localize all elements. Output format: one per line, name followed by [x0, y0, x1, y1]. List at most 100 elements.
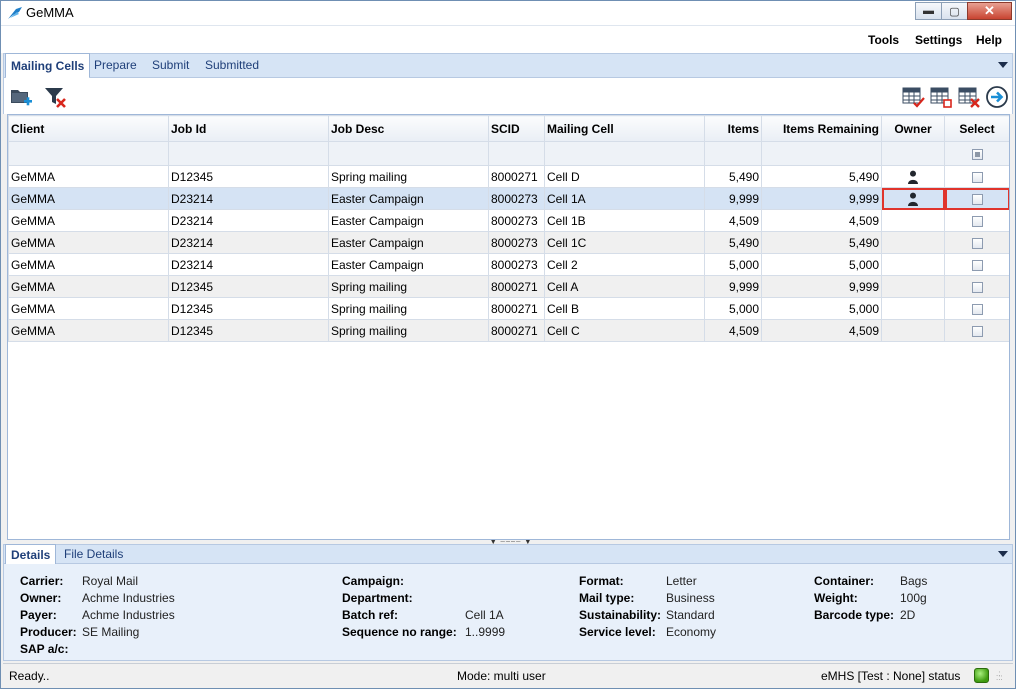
filter-owner[interactable]	[881, 141, 945, 166]
select-all-checkbox[interactable]	[971, 148, 983, 160]
col-header-scid[interactable]: SCID	[488, 115, 545, 142]
cell-scid: 8000273	[488, 187, 545, 210]
col-header-job-desc[interactable]: Job Desc	[328, 115, 489, 142]
batch-ref-label: Batch ref:	[342, 608, 399, 622]
col-header-mailing-cell[interactable]: Mailing Cell	[544, 115, 705, 142]
row-select-checkbox[interactable]	[971, 171, 983, 183]
filter-row	[8, 141, 1009, 166]
carrier-value: Royal Mail	[82, 574, 139, 588]
cell-items: 9,999	[704, 275, 762, 298]
table-row[interactable]: GeMMA D23214 Easter Campaign 8000273 Cell 1A…	[8, 187, 1009, 210]
col-header-owner[interactable]: Owner	[881, 115, 945, 142]
carrier-label: Carrier:	[20, 574, 64, 588]
campaign-label: Campaign:	[342, 574, 405, 588]
format-value: Letter	[666, 574, 697, 588]
cell-items-remaining: 5,000	[761, 297, 882, 320]
cell-select	[944, 319, 1009, 342]
row-select-checkbox[interactable]	[971, 281, 983, 293]
row-select-checkbox[interactable]	[971, 259, 983, 271]
clear-filter-button[interactable]	[42, 84, 68, 110]
filter-items-remaining[interactable]	[761, 141, 882, 166]
cell-mailing-cell: Cell D	[544, 165, 705, 188]
tab-details[interactable]: Details	[5, 544, 57, 564]
grid-delete-icon	[958, 87, 980, 108]
menu-help[interactable]: Help	[976, 33, 1002, 47]
cell-job-id: D12345	[168, 165, 329, 188]
close-button[interactable]: ✕	[967, 2, 1012, 20]
filter-mailing-cell[interactable]	[544, 141, 705, 166]
cell-owner	[881, 187, 945, 210]
details-dropdown-icon[interactable]	[998, 551, 1008, 557]
filter-items[interactable]	[704, 141, 762, 166]
table-row[interactable]: GeMMA D23214 Easter Campaign 8000273 Cell 25…	[8, 253, 1009, 276]
mailing-cells-grid[interactable]: Client Job Id Job Desc SCID Mailing Cell…	[7, 114, 1010, 540]
cell-scid: 8000271	[488, 165, 545, 188]
table-row[interactable]: GeMMA D12345 Spring mailing 8000271 Cell C 4,…	[8, 319, 1009, 342]
cell-client: GeMMA	[8, 275, 169, 298]
cell-client: GeMMA	[8, 209, 169, 232]
col-header-select[interactable]: Select	[944, 115, 1009, 142]
cell-scid: 8000271	[488, 275, 545, 298]
cell-items: 5,000	[704, 253, 762, 276]
cell-items: 4,509	[704, 319, 762, 342]
menu-tools[interactable]: Tools	[868, 33, 899, 47]
department-label: Department:	[342, 591, 413, 605]
cell-items: 5,000	[704, 297, 762, 320]
table-row[interactable]: GeMMA D23214 Easter Campaign 8000273 Cell 1B…	[8, 209, 1009, 232]
filter-scid[interactable]	[488, 141, 545, 166]
mailing-cells-table: Client Job Id Job Desc SCID Mailing Cell…	[8, 115, 1009, 342]
col-header-job-id[interactable]: Job Id	[168, 115, 329, 142]
cell-items-remaining: 5,490	[761, 231, 882, 254]
cell-client: GeMMA	[8, 319, 169, 342]
filter-job-id[interactable]	[168, 141, 329, 166]
cell-mailing-cell: Cell C	[544, 319, 705, 342]
cell-scid: 8000271	[488, 297, 545, 320]
mail-type-value: Business	[666, 591, 715, 605]
col-header-items[interactable]: Items	[704, 115, 762, 142]
table-row[interactable]: GeMMA D12345 Spring mailing 8000271 Cell B 5,…	[8, 297, 1009, 320]
cell-client: GeMMA	[8, 253, 169, 276]
menu-settings[interactable]: Settings	[915, 33, 962, 47]
row-select-checkbox[interactable]	[971, 303, 983, 315]
add-folder-button[interactable]	[8, 84, 34, 110]
status-bar: Ready.. Mode: multi user eMHS [Test : No…	[3, 663, 1013, 687]
col-header-client[interactable]: Client	[8, 115, 169, 142]
person-icon	[908, 170, 918, 184]
row-select-checkbox[interactable]	[971, 325, 983, 337]
sequence-range-label: Sequence no range:	[342, 625, 457, 639]
tab-file-details[interactable]: File Details	[64, 547, 123, 561]
deselect-all-button[interactable]	[928, 84, 954, 110]
minimize-button[interactable]: ▬	[915, 2, 942, 20]
next-step-button[interactable]	[984, 84, 1010, 110]
row-select-checkbox[interactable]	[971, 237, 983, 249]
cell-job-desc: Spring mailing	[328, 275, 489, 298]
producer-value: SE Mailing	[82, 625, 140, 639]
col-header-items-remaining[interactable]: Items Remaining	[761, 115, 882, 142]
tab-submit[interactable]: Submit	[152, 58, 189, 72]
select-all-button[interactable]	[900, 84, 926, 110]
maximize-button[interactable]: ▢	[941, 2, 968, 20]
row-select-checkbox[interactable]	[971, 193, 983, 205]
sap-label: SAP a/c:	[20, 642, 69, 656]
filter-client[interactable]	[8, 141, 169, 166]
cell-items-remaining: 9,999	[761, 275, 882, 298]
toolbar	[3, 78, 1013, 114]
cell-select	[944, 297, 1009, 320]
table-row[interactable]: GeMMA D12345 Spring mailing 8000271 Cell D 5,…	[8, 165, 1009, 188]
filter-select[interactable]	[944, 141, 1009, 166]
weight-label: Weight:	[814, 591, 858, 605]
table-row[interactable]: GeMMA D23214 Easter Campaign 8000273 Cell 1C…	[8, 231, 1009, 254]
status-light-icon	[974, 668, 989, 683]
table-row[interactable]: GeMMA D12345 Spring mailing 8000271 Cell A 9,…	[8, 275, 1009, 298]
cell-owner	[881, 297, 945, 320]
tabs-dropdown-icon[interactable]	[998, 62, 1008, 68]
row-select-checkbox[interactable]	[971, 215, 983, 227]
tab-prepare[interactable]: Prepare	[94, 58, 137, 72]
menu-bar: Tools Settings Help	[1, 25, 1015, 53]
container-value: Bags	[900, 574, 928, 588]
tab-submitted[interactable]: Submitted	[205, 58, 259, 72]
tab-mailing-cells[interactable]: Mailing Cells	[5, 53, 91, 78]
filter-job-desc[interactable]	[328, 141, 489, 166]
resize-grip-icon[interactable]: .:.::	[996, 670, 1008, 684]
delete-rows-button[interactable]	[956, 84, 982, 110]
